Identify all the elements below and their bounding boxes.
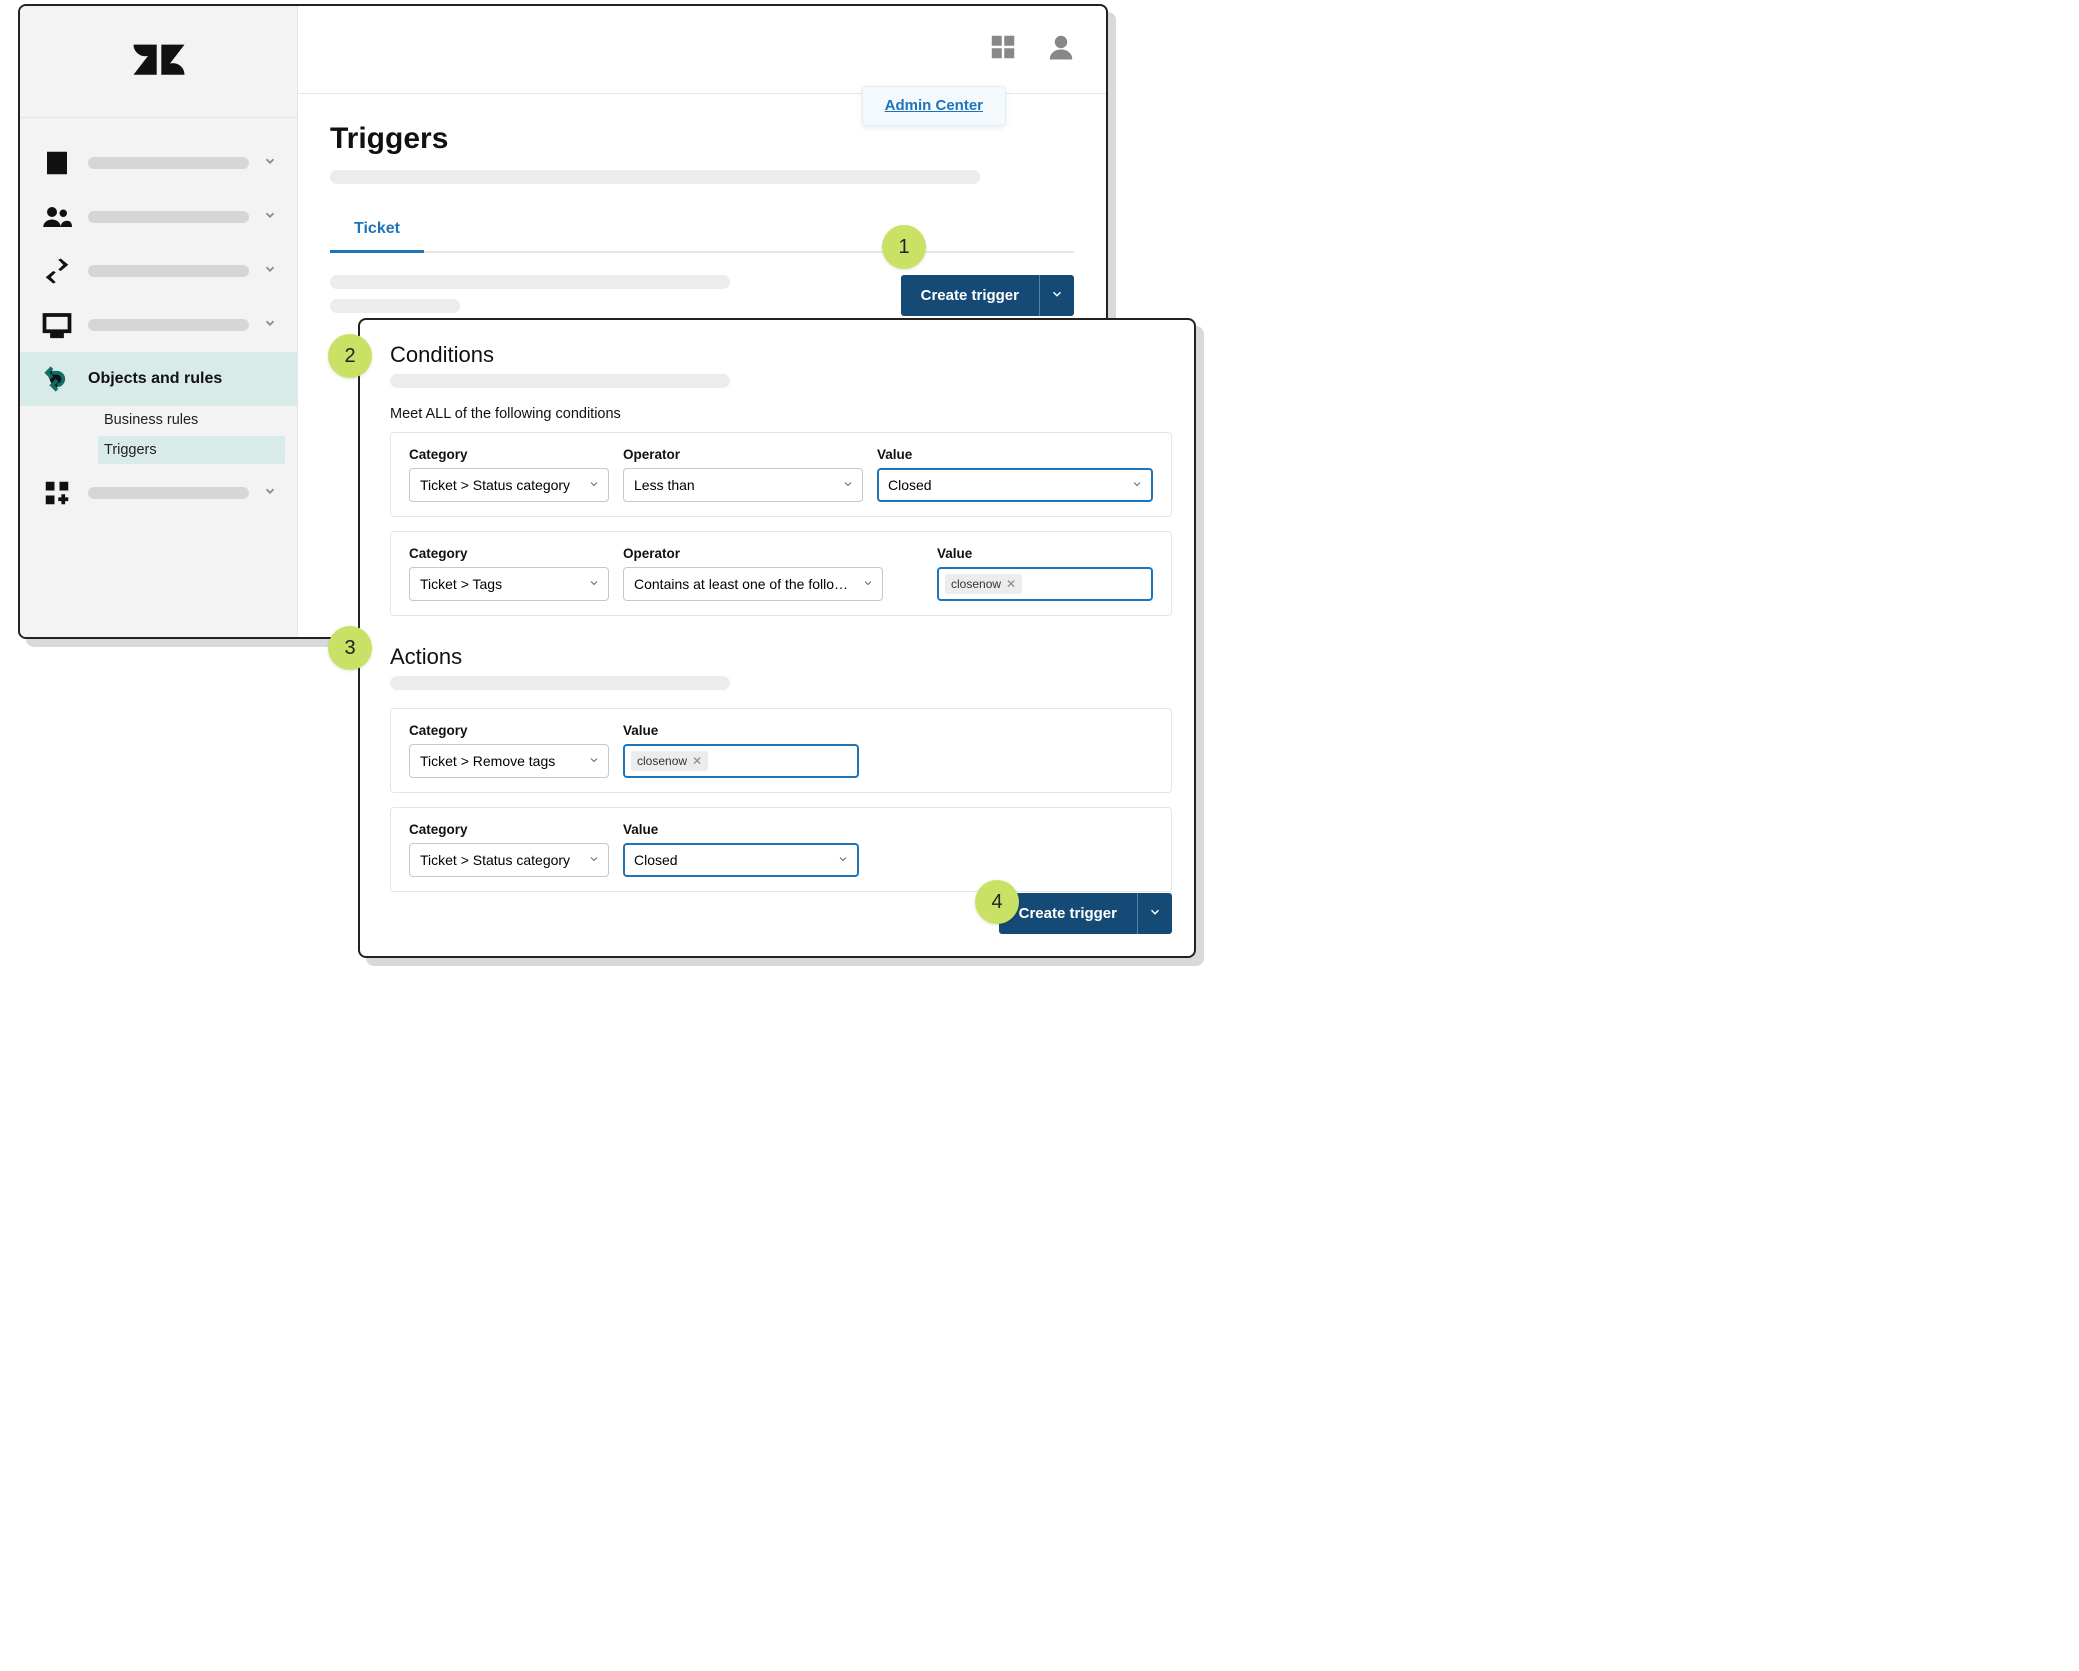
remove-tag-icon[interactable]: ✕ <box>1006 577 1016 591</box>
operator-select[interactable]: Contains at least one of the following <box>623 567 883 601</box>
admin-center-link[interactable]: Admin Center <box>885 97 983 114</box>
placeholder <box>88 487 249 499</box>
people-icon <box>40 202 74 232</box>
chevron-down-icon <box>263 154 277 173</box>
user-icon[interactable] <box>1046 32 1076 67</box>
monitor-icon <box>40 310 74 340</box>
placeholder <box>390 374 730 388</box>
placeholder <box>390 676 730 690</box>
sidebar: Objects and rules Business rules Trigger… <box>20 6 298 637</box>
placeholder <box>88 157 249 169</box>
admin-center-tooltip: Admin Center <box>862 86 1006 126</box>
value-select[interactable]: Closed <box>623 843 859 877</box>
apps-grid-icon[interactable] <box>988 32 1018 67</box>
sidebar-sub-business-rules[interactable]: Business rules <box>98 406 285 434</box>
condition-row: Category Ticket > Status category Operat… <box>390 432 1172 517</box>
page-title: Triggers <box>330 122 1074 156</box>
chevron-down-icon <box>263 208 277 227</box>
tags-input[interactable]: closenow✕ <box>623 744 859 778</box>
tag-pill: closenow✕ <box>631 751 708 771</box>
category-label: Category <box>409 546 609 561</box>
meet-all-label: Meet ALL of the following conditions <box>390 406 1172 422</box>
action-row: Category Ticket > Remove tags Value clos… <box>390 708 1172 793</box>
tab-ticket[interactable]: Ticket <box>330 210 424 253</box>
create-trigger-button[interactable]: Create trigger <box>901 275 1039 316</box>
category-select[interactable]: Ticket > Remove tags <box>409 744 609 778</box>
trigger-form-panel: Conditions Meet ALL of the following con… <box>358 318 1196 958</box>
chevron-down-icon <box>842 477 854 493</box>
operator-label: Operator <box>623 546 883 561</box>
placeholder <box>88 211 249 223</box>
value-label: Value <box>623 822 859 837</box>
sidebar-subitems: Business rules Triggers <box>20 406 297 464</box>
chevron-down-icon <box>862 576 874 592</box>
value-select[interactable]: Closed <box>877 468 1153 502</box>
placeholder <box>330 170 980 184</box>
conditions-title: Conditions <box>390 342 1172 368</box>
chevron-down-icon <box>1131 477 1143 493</box>
step-badge-3: 3 <box>328 626 372 670</box>
tabs: Ticket <box>330 210 1074 253</box>
zendesk-logo-icon <box>130 33 188 91</box>
category-select[interactable]: Ticket > Tags <box>409 567 609 601</box>
chevron-down-icon <box>837 852 849 868</box>
create-trigger-dropdown[interactable] <box>1137 893 1172 934</box>
rules-icon <box>40 364 74 394</box>
placeholder <box>330 299 460 313</box>
create-trigger-button[interactable]: Create trigger <box>999 893 1137 934</box>
sidebar-item-apps[interactable] <box>20 466 297 520</box>
value-label: Value <box>937 546 1153 561</box>
category-label: Category <box>409 822 609 837</box>
sidebar-item-account[interactable] <box>20 136 297 190</box>
chevron-down-icon <box>263 316 277 335</box>
placeholder <box>330 275 730 289</box>
sidebar-item-people[interactable] <box>20 190 297 244</box>
placeholder <box>88 319 249 331</box>
sidebar-item-objects-rules[interactable]: Objects and rules <box>20 352 297 406</box>
chevron-down-icon <box>263 262 277 281</box>
value-label: Value <box>877 447 1153 462</box>
tag-pill: closenow✕ <box>945 574 1022 594</box>
category-label: Category <box>409 447 609 462</box>
actions-title: Actions <box>390 644 1172 670</box>
category-select[interactable]: Ticket > Status category <box>409 468 609 502</box>
operator-label: Operator <box>623 447 863 462</box>
sidebar-sub-triggers[interactable]: Triggers <box>98 436 285 464</box>
placeholder <box>88 265 249 277</box>
create-trigger-button-group: Create trigger <box>901 275 1074 316</box>
category-select[interactable]: Ticket > Status category <box>409 843 609 877</box>
sidebar-nav: Objects and rules Business rules Trigger… <box>20 118 297 538</box>
remove-tag-icon[interactable]: ✕ <box>692 754 702 768</box>
operator-select[interactable]: Less than <box>623 468 863 502</box>
chevron-down-icon <box>588 852 600 868</box>
sidebar-item-label: Objects and rules <box>88 370 222 388</box>
create-trigger-button-group: Create trigger <box>999 893 1172 934</box>
topbar <box>298 6 1106 94</box>
action-row: Category Ticket > Status category Value … <box>390 807 1172 892</box>
category-label: Category <box>409 723 609 738</box>
apps-icon <box>40 478 74 508</box>
step-badge-4: 4 <box>975 880 1019 924</box>
transfer-icon <box>40 256 74 286</box>
tags-input[interactable]: closenow✕ <box>937 567 1153 601</box>
chevron-down-icon <box>588 576 600 592</box>
step-badge-1: 1 <box>882 225 926 269</box>
sidebar-item-workspaces[interactable] <box>20 298 297 352</box>
logo <box>20 6 297 118</box>
building-icon <box>40 148 74 178</box>
chevron-down-icon <box>588 753 600 769</box>
step-badge-2: 2 <box>328 334 372 378</box>
chevron-down-icon <box>588 477 600 493</box>
chevron-down-icon <box>263 484 277 503</box>
create-trigger-dropdown[interactable] <box>1039 275 1074 316</box>
value-label: Value <box>623 723 859 738</box>
sidebar-item-channels[interactable] <box>20 244 297 298</box>
condition-row: Category Ticket > Tags Operator Contains… <box>390 531 1172 616</box>
page-content: Triggers Ticket Create trigger <box>298 94 1106 344</box>
